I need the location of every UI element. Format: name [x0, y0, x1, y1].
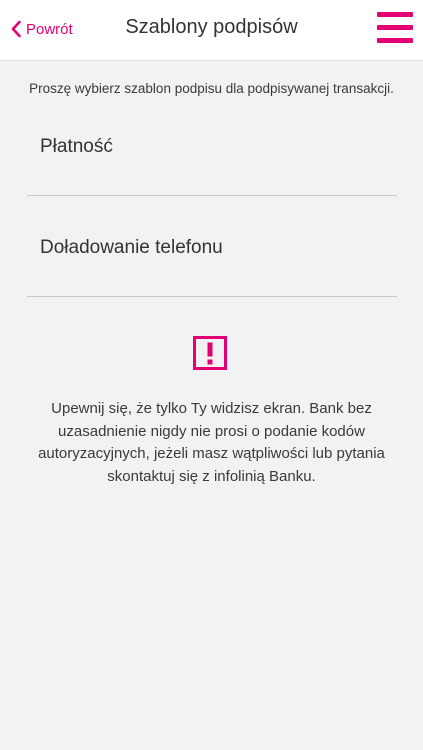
- hamburger-menu-icon[interactable]: [377, 12, 413, 44]
- menu-bar: [377, 12, 413, 17]
- instruction-text: Proszę wybierz szablon podpisu dla podpi…: [29, 81, 394, 96]
- template-item-payment[interactable]: Płatność: [27, 96, 397, 196]
- navigation-bar: Powrót Szablony podpisów: [0, 0, 423, 60]
- list-divider: [27, 195, 397, 196]
- warning-line: skontaktuj się z infolinią Banku.: [107, 467, 316, 485]
- list-divider: [27, 296, 397, 297]
- template-label: Płatność: [40, 136, 113, 157]
- page-title: Szablony podpisów: [125, 16, 298, 38]
- exclamation-square-icon: [193, 336, 227, 370]
- template-label: Doładowanie telefonu: [40, 237, 223, 258]
- security-warning: Upewnij się, że tylko Ty widzisz ekran. …: [20, 398, 403, 488]
- warning-line: Upewnij się, że tylko Ty widzisz ekran. …: [51, 400, 372, 417]
- menu-bar: [377, 25, 413, 30]
- header-divider: [0, 60, 423, 61]
- warning-line: autoryzacyjnych, jeżeli masz wątpliwości…: [38, 445, 385, 462]
- warning-line: uzasadnienie nigdy nie prosi o podanie k…: [58, 422, 365, 440]
- menu-bar: [377, 38, 413, 43]
- template-item-phone-topup[interactable]: Doładowanie telefonu: [27, 197, 397, 297]
